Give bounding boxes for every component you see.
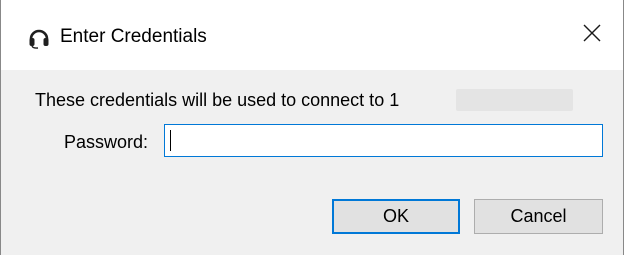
redacted-host xyxy=(456,89,573,111)
headset-icon xyxy=(28,27,50,49)
password-field[interactable] xyxy=(164,124,603,157)
title-bar: Enter Credentials xyxy=(1,0,623,70)
ok-button[interactable]: OK xyxy=(332,199,460,234)
text-caret xyxy=(170,130,171,151)
cancel-button[interactable]: Cancel xyxy=(474,199,603,234)
dialog-title: Enter Credentials xyxy=(60,26,207,47)
password-label: Password: xyxy=(64,132,149,152)
close-button[interactable] xyxy=(561,0,623,70)
close-icon xyxy=(583,24,601,47)
connection-message: These credentials will be used to connec… xyxy=(35,90,400,110)
credentials-dialog: Enter Credentials These credentials will… xyxy=(0,0,624,255)
